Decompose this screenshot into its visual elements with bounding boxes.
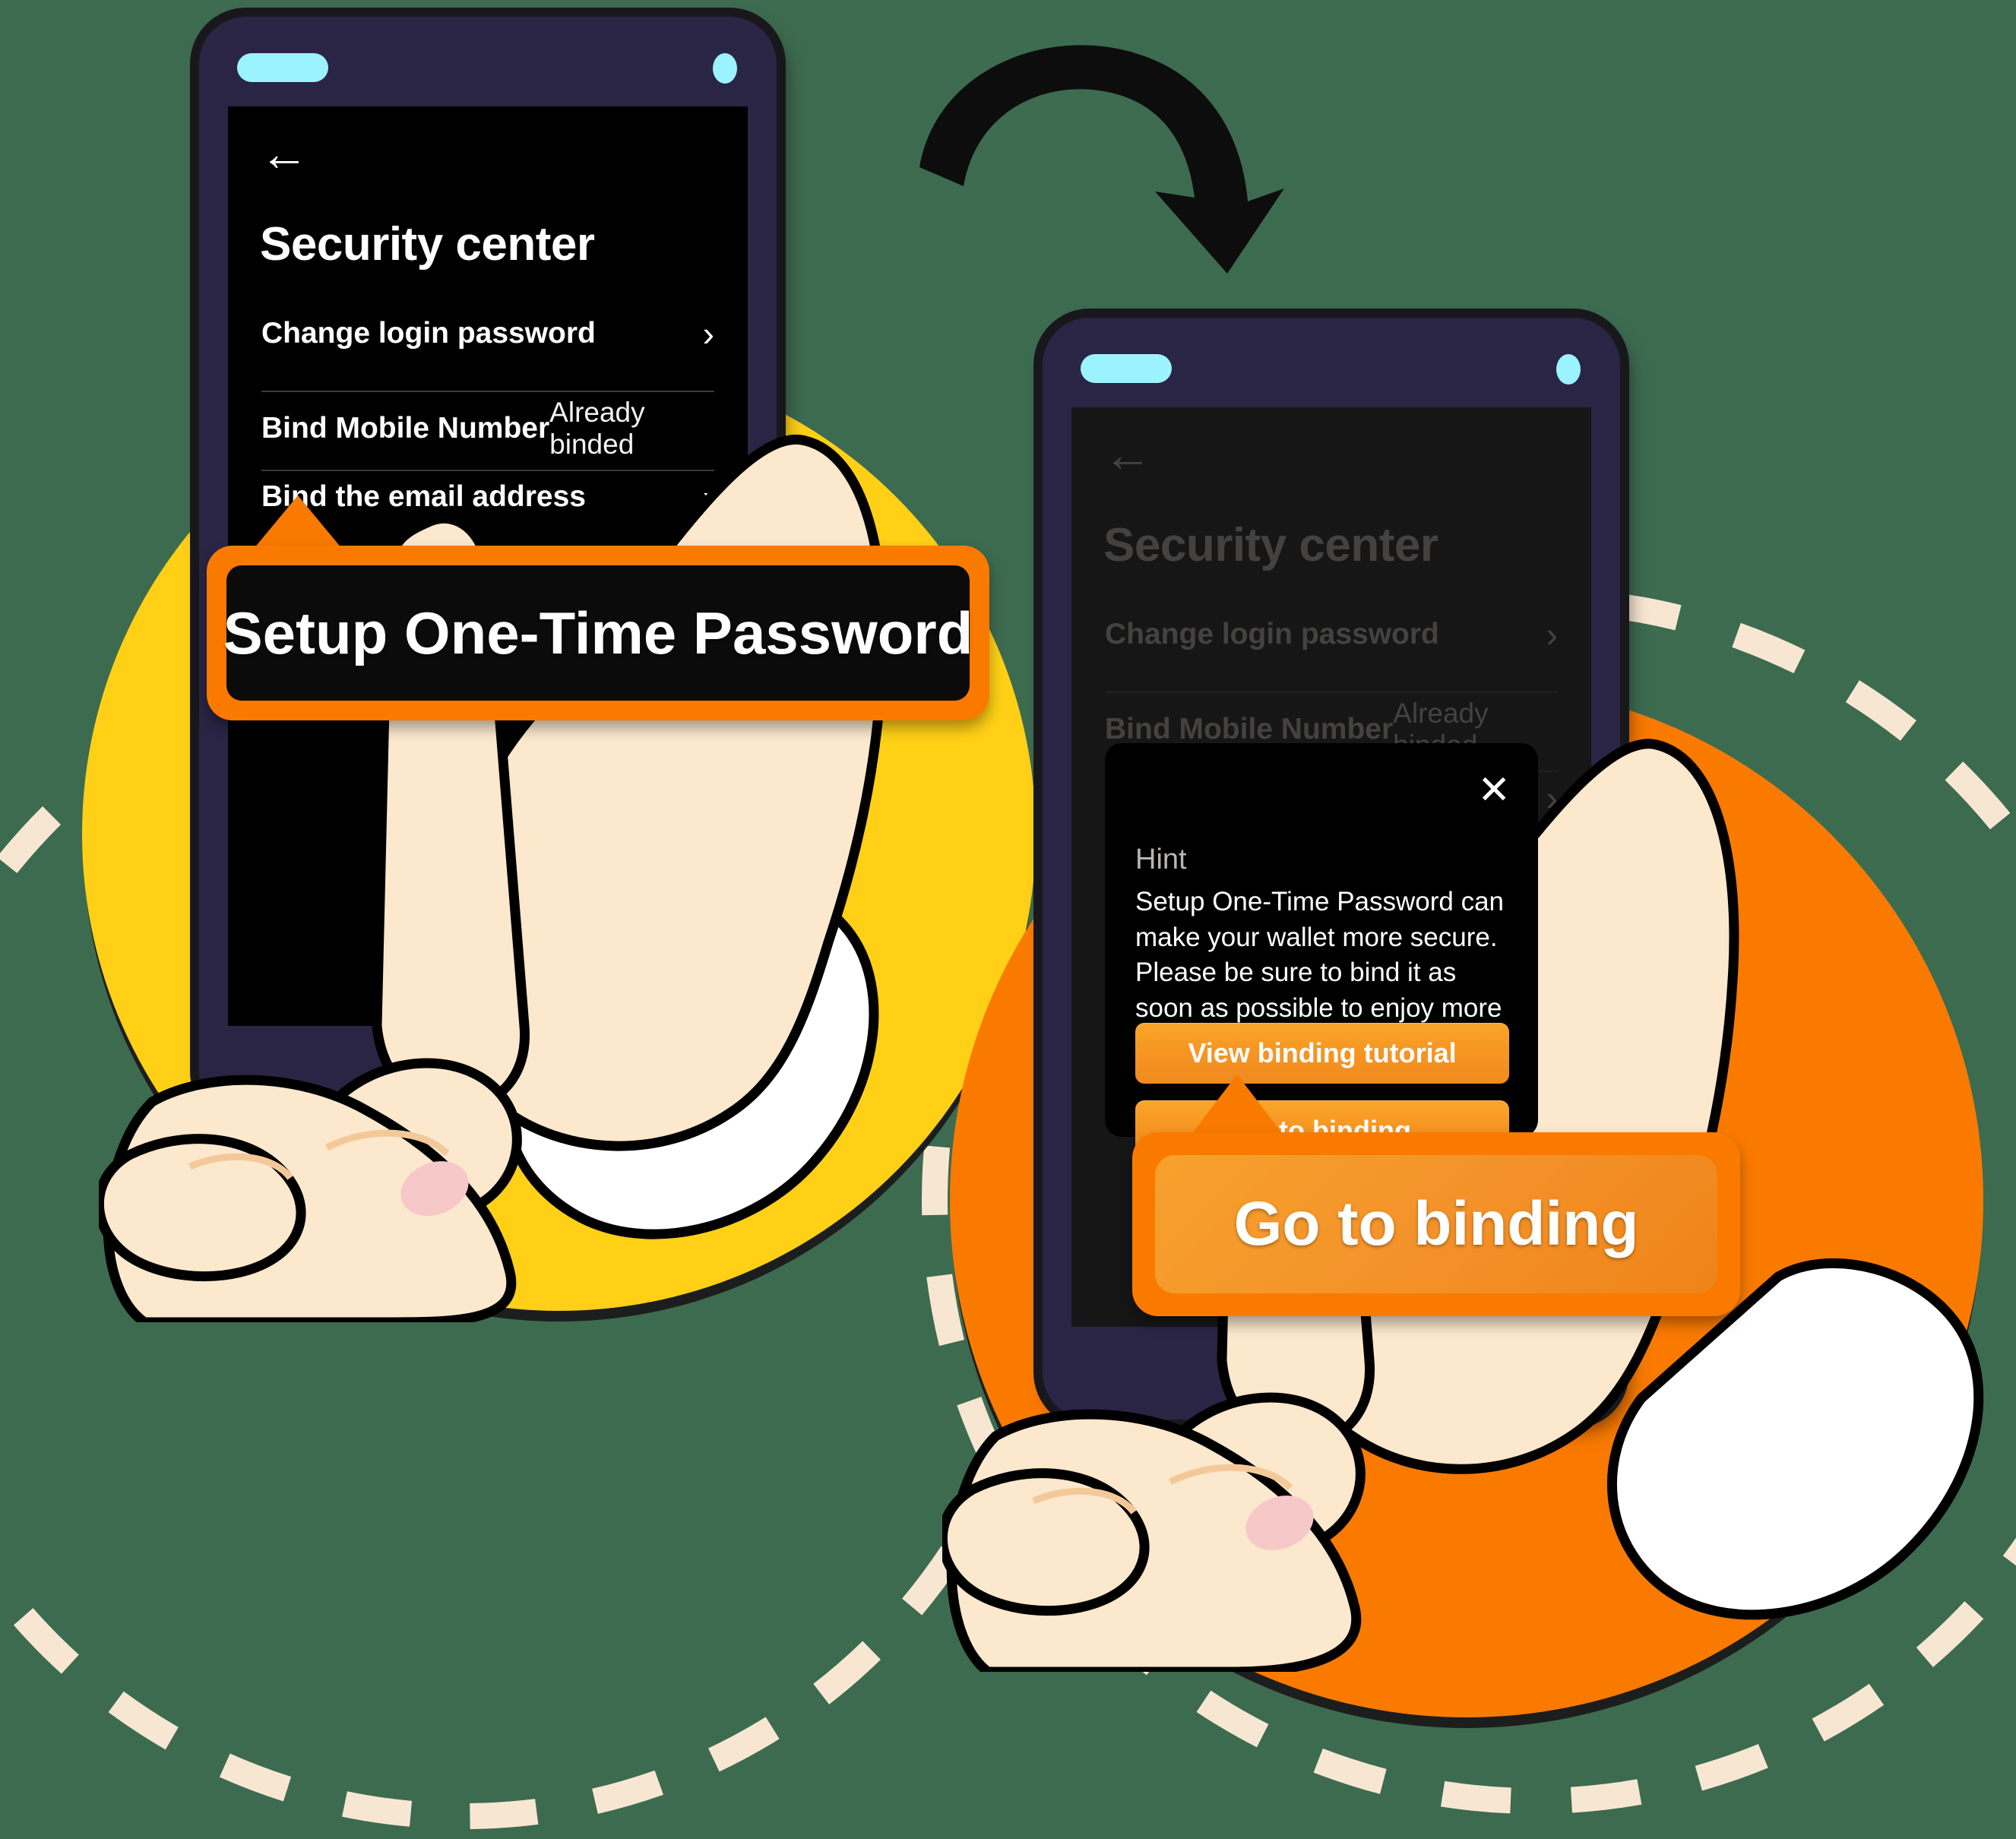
row-divider (261, 470, 714, 471)
curved-down-right-arrow-icon (919, 45, 1284, 274)
camera-dot-icon (713, 53, 737, 84)
hint-title: Hint (1135, 844, 1187, 875)
callout-text: Setup One-Time Password (223, 599, 973, 666)
callout-pointer-right (1187, 1075, 1287, 1140)
row-label: Bind Mobile Number (1105, 713, 1394, 745)
back-arrow-icon[interactable]: ← (260, 129, 309, 178)
callout-pointer-left (250, 495, 346, 553)
chevron-right-icon: › (1546, 778, 1558, 818)
chevron-right-icon: › (1546, 861, 1558, 901)
callout-setup-otp: Setup One-Time Password (207, 495, 989, 720)
row-label: Bind Mobile Number (261, 412, 550, 445)
row-label: Change login password (261, 317, 596, 350)
close-x-icon[interactable]: ✕ (1477, 771, 1511, 810)
tutorial-illustration: ← Security center Change login password … (0, 0, 2016, 1829)
row-divider (261, 391, 714, 392)
list-item-change-password[interactable]: Change login password › (228, 313, 748, 354)
page-title: Security center (260, 218, 595, 271)
callout-go-to-binding: Go to binding (1132, 1075, 1740, 1316)
list-item-bind-mobile[interactable]: Bind Mobile Number Already binded (228, 397, 748, 461)
speaker-pill-icon (237, 53, 328, 82)
row-divider (1105, 692, 1558, 693)
hint-dialog: ✕ Hint Setup One-Time Password can make … (1105, 743, 1538, 1161)
page-title: Security center (1103, 519, 1438, 571)
back-arrow-icon[interactable]: ← (1103, 430, 1152, 479)
list-item-change-password[interactable]: Change login password › (1071, 614, 1591, 655)
camera-dot-icon (1556, 354, 1581, 385)
callout-text: Go to binding (1233, 1189, 1639, 1258)
speaker-pill-icon (1081, 354, 1172, 383)
chevron-right-icon: › (702, 314, 714, 353)
row-label: Change login password (1105, 618, 1439, 650)
chevron-right-icon: › (702, 477, 714, 517)
chevron-right-icon: › (1546, 615, 1558, 654)
row-value: Already binded (549, 397, 645, 460)
